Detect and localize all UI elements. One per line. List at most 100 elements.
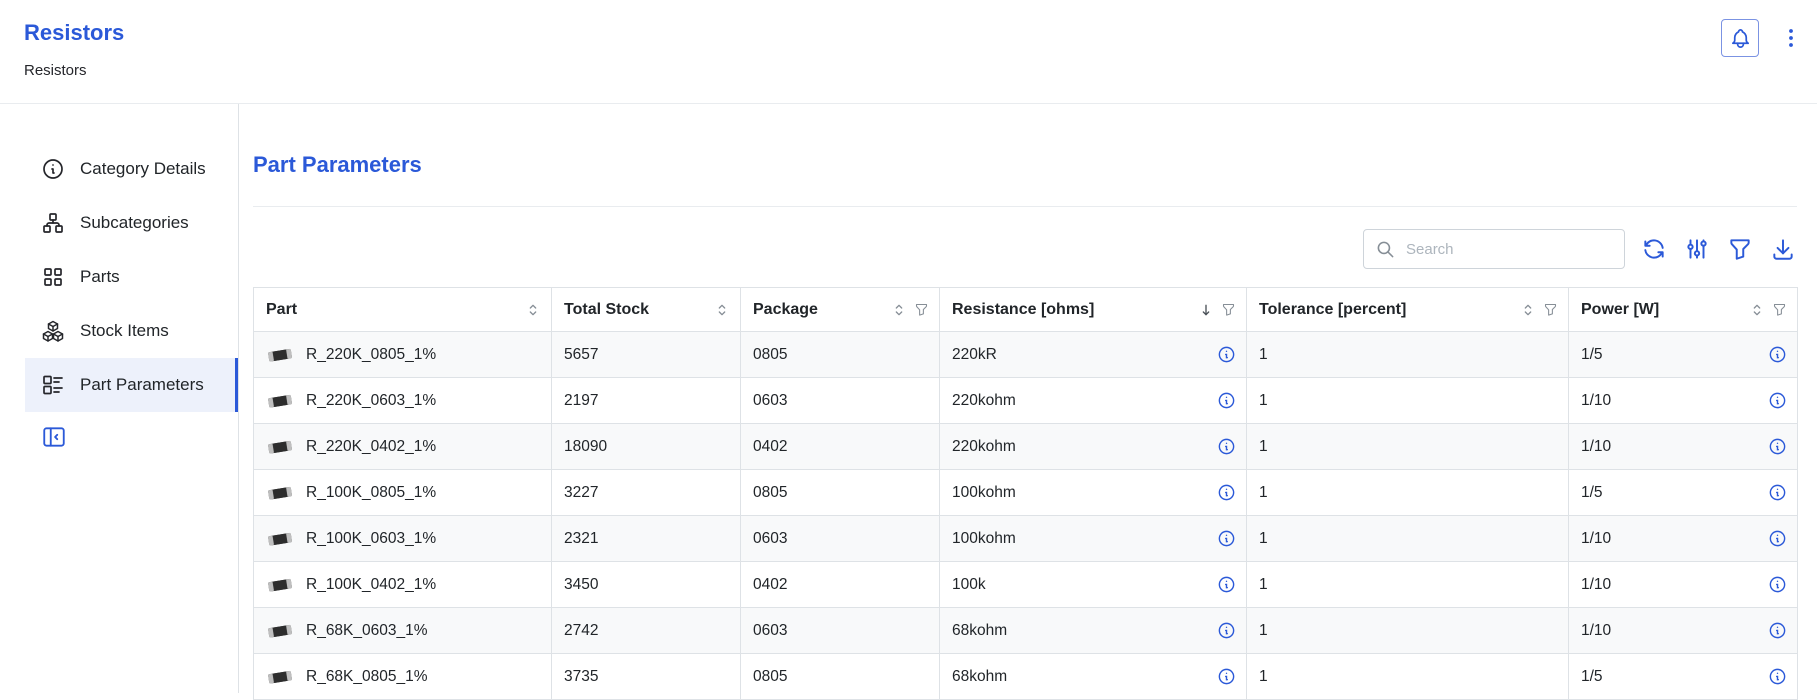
- resistance-value: 100kohm: [952, 484, 1016, 502]
- part-parameters-table: Part Total Stock: [253, 287, 1798, 700]
- table-row[interactable]: R_100K_0603_1% 2321 0603 100kohm 1 1/10: [254, 516, 1798, 562]
- notifications-button[interactable]: [1721, 19, 1759, 57]
- table-row[interactable]: R_68K_0603_1% 2742 0603 68kohm 1 1/10: [254, 608, 1798, 654]
- column-header-resistance[interactable]: Resistance [ohms]: [940, 288, 1247, 332]
- part-name: R_220K_0805_1%: [306, 346, 436, 364]
- info-icon[interactable]: [1217, 483, 1236, 502]
- list-details-icon: [41, 373, 65, 397]
- column-label: Tolerance [percent]: [1259, 301, 1406, 319]
- column-filter-icon[interactable]: [1543, 302, 1558, 317]
- packages-icon: [41, 319, 65, 343]
- info-icon[interactable]: [1217, 667, 1236, 686]
- part-thumbnail-icon: [266, 392, 294, 410]
- table-row[interactable]: R_100K_0402_1% 3450 0402 100k 1 1/10: [254, 562, 1798, 608]
- info-icon[interactable]: [1768, 621, 1787, 640]
- column-header-total-stock[interactable]: Total Stock: [552, 288, 741, 332]
- column-filter-icon[interactable]: [914, 302, 929, 317]
- power-value: 1/10: [1581, 438, 1611, 456]
- table-row[interactable]: R_100K_0805_1% 3227 0805 100kohm 1 1/5: [254, 470, 1798, 516]
- part-name: R_68K_0603_1%: [306, 622, 428, 640]
- info-icon[interactable]: [1768, 483, 1787, 502]
- sidebar-collapse-icon: [41, 424, 67, 450]
- column-header-tolerance[interactable]: Tolerance [percent]: [1247, 288, 1569, 332]
- app-root: Resistors Resistors Category Details: [0, 0, 1817, 693]
- info-icon[interactable]: [1217, 529, 1236, 548]
- total-stock-value: 18090: [564, 438, 607, 456]
- info-icon[interactable]: [1768, 345, 1787, 364]
- resistance-value: 220kR: [952, 346, 997, 364]
- total-stock-value: 3227: [564, 484, 598, 502]
- info-icon[interactable]: [1217, 575, 1236, 594]
- search-input[interactable]: [1404, 240, 1612, 259]
- total-stock-value: 5657: [564, 346, 598, 364]
- package-value: 0805: [753, 484, 787, 502]
- page-header: Resistors Resistors: [0, 0, 1817, 104]
- sort-selector-icon[interactable]: [714, 302, 730, 318]
- download-icon: [1770, 236, 1796, 262]
- tab-label: Stock Items: [80, 321, 169, 341]
- info-icon[interactable]: [1217, 437, 1236, 456]
- package-value: 0402: [753, 576, 787, 594]
- power-value: 1/10: [1581, 622, 1611, 640]
- part-thumbnail-icon: [266, 576, 294, 594]
- sort-selector-icon[interactable]: [1749, 302, 1765, 318]
- power-value: 1/5: [1581, 668, 1603, 686]
- part-thumbnail-icon: [266, 530, 294, 548]
- dots-vertical-icon: [1779, 26, 1803, 50]
- resistance-value: 220kohm: [952, 392, 1016, 410]
- tolerance-value: 1: [1259, 484, 1268, 502]
- info-icon[interactable]: [1768, 575, 1787, 594]
- sort-selector-icon[interactable]: [1520, 302, 1536, 318]
- sort-desc-icon[interactable]: [1198, 302, 1214, 318]
- part-name: R_220K_0603_1%: [306, 392, 436, 410]
- info-icon[interactable]: [1768, 437, 1787, 456]
- search-box[interactable]: [1363, 229, 1625, 269]
- filter-button[interactable]: [1726, 235, 1754, 263]
- refresh-button[interactable]: [1640, 235, 1668, 263]
- info-icon[interactable]: [1768, 529, 1787, 548]
- tab-parts[interactable]: Parts: [25, 250, 238, 304]
- column-label: Power [W]: [1581, 301, 1659, 319]
- column-filter-icon[interactable]: [1221, 302, 1236, 317]
- info-icon[interactable]: [1217, 621, 1236, 640]
- download-button[interactable]: [1769, 235, 1797, 263]
- column-header-package[interactable]: Package: [741, 288, 940, 332]
- content-area: Category Details Subcategories Parts Sto…: [0, 104, 1817, 693]
- breadcrumb[interactable]: Resistors: [24, 62, 87, 79]
- refresh-icon: [1641, 236, 1667, 262]
- column-filter-icon[interactable]: [1772, 302, 1787, 317]
- part-name: R_220K_0402_1%: [306, 438, 436, 456]
- column-settings-button[interactable]: [1683, 235, 1711, 263]
- tab-stock-items[interactable]: Stock Items: [25, 304, 238, 358]
- part-thumbnail-icon: [266, 346, 294, 364]
- table-row[interactable]: R_220K_0603_1% 2197 0603 220kohm 1 1/10: [254, 378, 1798, 424]
- info-circle-icon: [41, 157, 65, 181]
- tab-label: Part Parameters: [80, 375, 204, 395]
- overflow-menu-button[interactable]: [1779, 26, 1803, 50]
- tolerance-value: 1: [1259, 392, 1268, 410]
- collapse-sidebar-button[interactable]: [41, 424, 67, 450]
- tab-label: Category Details: [80, 159, 206, 179]
- info-icon[interactable]: [1217, 391, 1236, 410]
- part-name: R_68K_0805_1%: [306, 668, 428, 686]
- part-name: R_100K_0603_1%: [306, 530, 436, 548]
- sort-selector-icon[interactable]: [891, 302, 907, 318]
- tab-category-details[interactable]: Category Details: [25, 142, 238, 196]
- sort-selector-icon[interactable]: [525, 302, 541, 318]
- resistance-value: 68kohm: [952, 668, 1007, 686]
- tolerance-value: 1: [1259, 622, 1268, 640]
- table-row[interactable]: R_220K_0402_1% 18090 0402 220kohm 1 1/10: [254, 424, 1798, 470]
- panel-title: Part Parameters: [253, 152, 1797, 178]
- column-header-part[interactable]: Part: [254, 288, 552, 332]
- part-name: R_100K_0805_1%: [306, 484, 436, 502]
- info-icon[interactable]: [1768, 391, 1787, 410]
- tab-subcategories[interactable]: Subcategories: [25, 196, 238, 250]
- info-icon[interactable]: [1217, 345, 1236, 364]
- tab-part-parameters[interactable]: Part Parameters: [25, 358, 238, 412]
- page-title: Resistors: [24, 20, 1793, 46]
- column-header-power[interactable]: Power [W]: [1569, 288, 1798, 332]
- part-thumbnail-icon: [266, 438, 294, 456]
- resistance-value: 68kohm: [952, 622, 1007, 640]
- table-row[interactable]: R_220K_0805_1% 5657 0805 220kR 1 1/5: [254, 332, 1798, 378]
- info-icon[interactable]: [1768, 667, 1787, 686]
